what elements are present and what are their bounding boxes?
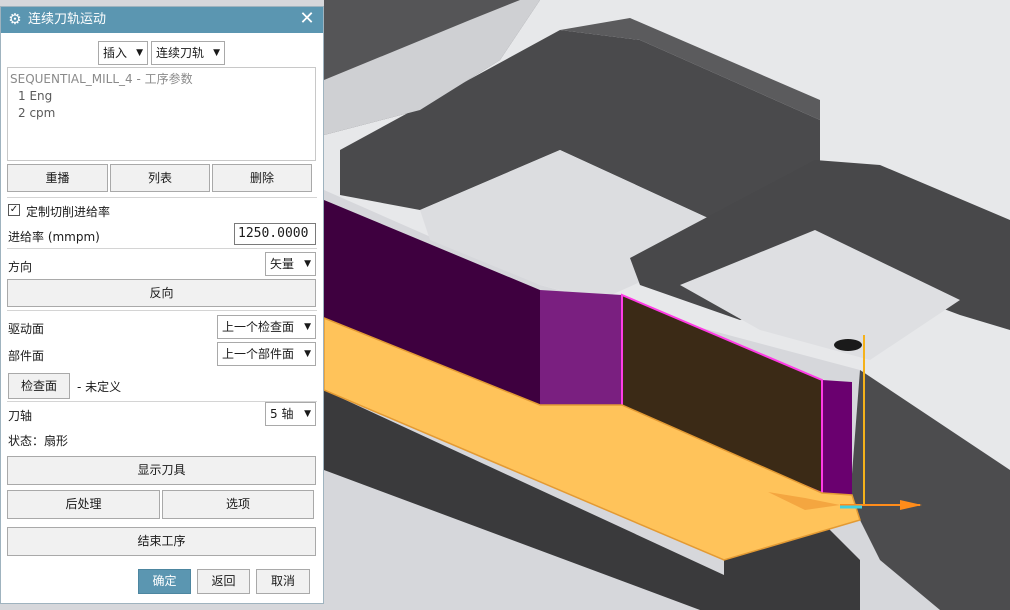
tool-axis-value: 5 轴 <box>270 407 294 421</box>
custom-feed-label: 定制切削进给率 <box>26 205 111 219</box>
history-listbox[interactable]: SEQUENTIAL_MILL_4 - 工序参数 1 Eng 2 cpm <box>7 67 316 161</box>
feed-rate-label: 进给率 (mmpm) <box>8 230 100 244</box>
drive-wall-fillet <box>540 290 622 410</box>
triangle-down-icon: ▼ <box>304 259 311 269</box>
end-operation-button[interactable]: 结束工序 <box>7 527 316 556</box>
tool-axis-status: 状态：扇形 <box>8 434 69 448</box>
direction-value: 矢量 <box>270 257 295 271</box>
drive-wall-right <box>822 380 852 495</box>
separator <box>7 310 317 311</box>
triangle-down-icon: ▼ <box>136 48 143 58</box>
postprocess-button[interactable]: 后处理 <box>7 490 160 519</box>
history-item[interactable]: 1 Eng <box>18 89 52 103</box>
dialog-title: 连续刀轨运动 <box>28 12 107 27</box>
drive-surface-dropdown[interactable]: 上一个检查面 ▼ <box>217 315 316 339</box>
insert-label: 插入 <box>103 46 128 60</box>
triangle-down-icon: ▼ <box>304 322 311 332</box>
drive-surface-label: 驱动面 <box>8 322 45 336</box>
separator <box>7 197 317 198</box>
check-surface-button[interactable]: 检查面 <box>8 373 70 399</box>
tool-axis-label: 刀轴 <box>8 409 33 423</box>
back-button[interactable]: 返回 <box>197 569 250 594</box>
separator <box>7 248 317 249</box>
check-surface-status: - 未定义 <box>77 380 122 394</box>
direction-label: 方向 <box>8 260 33 274</box>
tool-axis-dropdown[interactable]: 5 轴 ▼ <box>265 402 316 426</box>
ok-button[interactable]: 确定 <box>138 569 191 594</box>
path-mode-dropdown[interactable]: 连续刀轨 ▼ <box>151 41 225 65</box>
history-header: SEQUENTIAL_MILL_4 - 工序参数 <box>10 72 193 86</box>
triangle-down-icon: ▼ <box>213 48 220 58</box>
dialog-titlebar[interactable]: ⚙ 连续刀轨运动 ✕ <box>1 7 323 33</box>
check-icon: ✓ <box>9 204 19 215</box>
triangle-down-icon: ▼ <box>304 349 311 359</box>
list-button[interactable]: 列表 <box>110 164 210 192</box>
gear-icon: ⚙ <box>8 10 22 28</box>
history-item[interactable]: 2 cpm <box>18 106 55 120</box>
path-mode-label: 连续刀轨 <box>156 46 205 60</box>
feed-rate-input[interactable]: 1250.0000 <box>234 223 316 245</box>
sequential-path-dialog: ⚙ 连续刀轨运动 ✕ 插入 ▼ 连续刀轨 ▼ SEQUENTIAL_MILL_4… <box>0 6 324 604</box>
delete-button[interactable]: 删除 <box>212 164 312 192</box>
options-button[interactable]: 选项 <box>162 490 314 519</box>
drive-surface-value: 上一个检查面 <box>222 320 295 334</box>
close-icon[interactable]: ✕ <box>297 8 317 30</box>
show-tool-button[interactable]: 显示刀具 <box>7 456 316 485</box>
mounting-hole <box>834 339 862 351</box>
reverse-button[interactable]: 反向 <box>7 279 316 307</box>
part-surface-label: 部件面 <box>8 349 45 363</box>
direction-dropdown[interactable]: 矢量 ▼ <box>265 252 316 276</box>
custom-feed-checkbox[interactable]: ✓ <box>8 204 20 216</box>
insert-dropdown[interactable]: 插入 ▼ <box>98 41 148 65</box>
triangle-down-icon: ▼ <box>304 409 311 419</box>
part-surface-value: 上一个部件面 <box>222 347 295 361</box>
cancel-button[interactable]: 取消 <box>256 569 310 594</box>
replay-button[interactable]: 重播 <box>7 164 108 192</box>
part-surface-dropdown[interactable]: 上一个部件面 ▼ <box>217 342 316 366</box>
